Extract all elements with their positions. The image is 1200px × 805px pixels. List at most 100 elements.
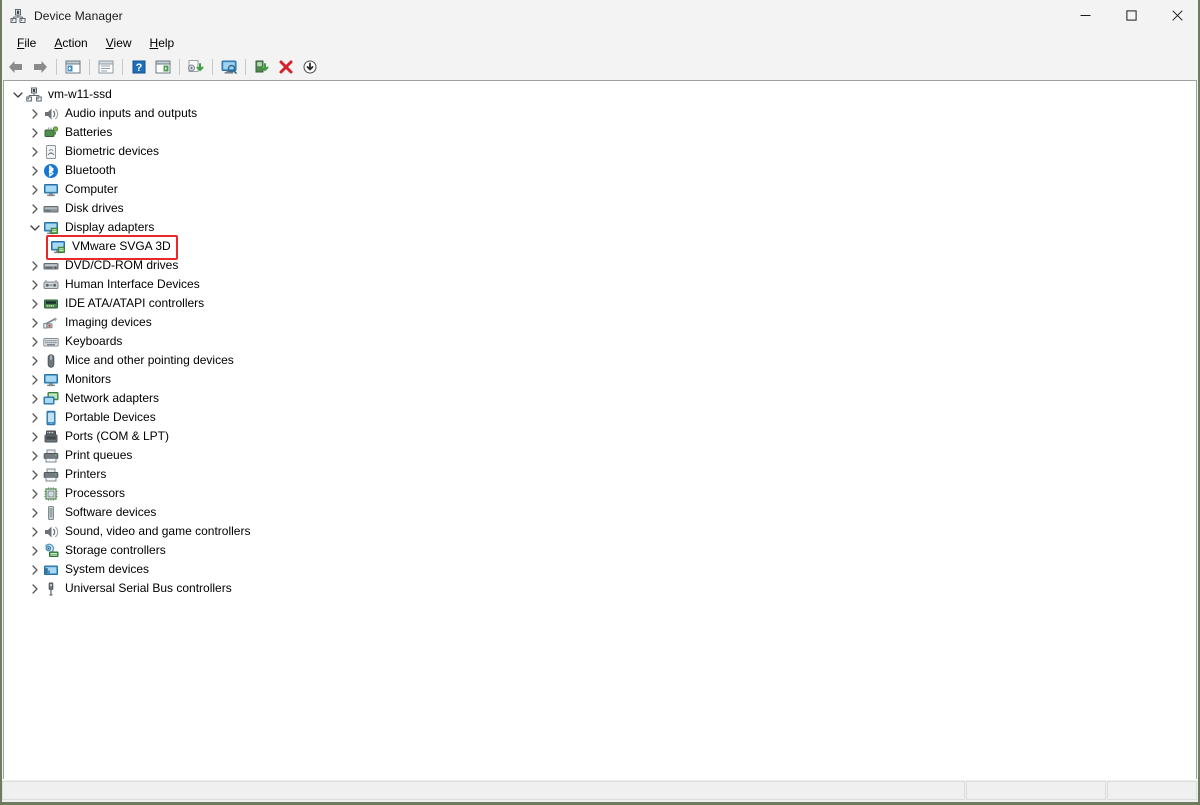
storage-controller-icon (43, 543, 59, 559)
menu-help[interactable]: Help (141, 33, 184, 53)
tree-node[interactable]: Software devices (4, 503, 1196, 522)
menu-action[interactable]: Action (45, 33, 96, 53)
tree-node[interactable]: Keyboards (4, 332, 1196, 351)
tree-node[interactable]: Monitors (4, 370, 1196, 389)
update-driver-icon[interactable] (184, 56, 208, 78)
software-device-icon (43, 505, 59, 521)
tree-node[interactable]: Portable Devices (4, 408, 1196, 427)
toolbar-separator-1 (56, 59, 57, 75)
tree-node[interactable]: Human Interface Devices (4, 275, 1196, 294)
tree-node-label: Print queues (65, 446, 132, 465)
chevron-right-icon[interactable] (27, 161, 43, 180)
speaker-icon (43, 106, 59, 122)
menu-view[interactable]: View (97, 33, 141, 53)
tree-node[interactable]: Audio inputs and outputs (4, 104, 1196, 123)
tree-node[interactable]: Batteries (4, 123, 1196, 142)
printer-icon (43, 467, 59, 483)
toolbar: ? (0, 54, 1200, 79)
disable-device-icon[interactable] (298, 56, 322, 78)
tree-node-label: Portable Devices (65, 408, 156, 427)
chevron-down-icon[interactable] (10, 85, 26, 104)
chevron-right-icon[interactable] (27, 142, 43, 161)
tree-node[interactable]: IDE ATA/ATAPI controllers (4, 294, 1196, 313)
tree-node[interactable]: System devices (4, 560, 1196, 579)
close-button[interactable] (1154, 0, 1200, 32)
chevron-right-icon[interactable] (27, 560, 43, 579)
chevron-right-icon[interactable] (27, 256, 43, 275)
scan-for-hardware-changes-icon[interactable] (217, 56, 241, 78)
tree-root-node[interactable]: vm-w11-ssd (4, 85, 1196, 104)
tree-node[interactable]: Mice and other pointing devices (4, 351, 1196, 370)
minimize-button[interactable] (1062, 0, 1108, 32)
show-hide-console-tree-icon[interactable] (61, 56, 85, 78)
optical-drive-icon (43, 258, 59, 274)
menu-bar: File Action View Help (0, 32, 1200, 54)
tree-node[interactable]: Imaging devices (4, 313, 1196, 332)
chevron-right-icon[interactable] (27, 351, 43, 370)
tree-node-label: IDE ATA/ATAPI controllers (65, 294, 204, 313)
device-tree[interactable]: vm-w11-ssdAudio inputs and outputsBatter… (4, 85, 1196, 598)
menu-file[interactable]: File (8, 33, 45, 53)
speaker-icon (43, 524, 59, 540)
help-icon[interactable]: ? (127, 56, 151, 78)
tree-node[interactable]: Ports (COM & LPT) (4, 427, 1196, 446)
tree-node-label: Imaging devices (65, 313, 152, 332)
imaging-icon (43, 315, 59, 331)
chevron-right-icon[interactable] (27, 294, 43, 313)
tree-node[interactable]: Biometric devices (4, 142, 1196, 161)
chevron-right-icon[interactable] (27, 484, 43, 503)
tree-node[interactable]: Printers (4, 465, 1196, 484)
show-hide-action-pane-icon[interactable] (151, 56, 175, 78)
chevron-right-icon[interactable] (27, 408, 43, 427)
tree-node-label: Storage controllers (65, 541, 166, 560)
chevron-right-icon[interactable] (27, 180, 43, 199)
forward-arrow-icon[interactable] (28, 56, 52, 78)
hid-icon (43, 277, 59, 293)
chevron-right-icon[interactable] (27, 104, 43, 123)
display-adapter-icon (50, 239, 66, 255)
chevron-right-icon[interactable] (27, 446, 43, 465)
tree-node-label: Bluetooth (65, 161, 116, 180)
tree-node-label: System devices (65, 560, 149, 579)
chevron-right-icon[interactable] (27, 123, 43, 142)
uninstall-device-icon[interactable] (274, 56, 298, 78)
back-arrow-icon[interactable] (4, 56, 28, 78)
chevron-right-icon[interactable] (27, 370, 43, 389)
chevron-right-icon[interactable] (27, 332, 43, 351)
tree-node-label: Printers (65, 465, 106, 484)
tree-node-label: Audio inputs and outputs (65, 104, 197, 123)
fingerprint-icon (43, 144, 59, 160)
device-tree-pane[interactable]: vm-w11-ssdAudio inputs and outputsBatter… (3, 80, 1197, 779)
tree-node-label: Human Interface Devices (65, 275, 200, 294)
enable-device-icon[interactable] (250, 56, 274, 78)
tree-node[interactable]: Processors (4, 484, 1196, 503)
chevron-right-icon[interactable] (27, 275, 43, 294)
chevron-right-icon[interactable] (27, 503, 43, 522)
ide-controller-icon (43, 296, 59, 312)
chevron-right-icon[interactable] (27, 313, 43, 332)
tree-node[interactable]: Computer (4, 180, 1196, 199)
tree-node[interactable]: Network adapters (4, 389, 1196, 408)
chevron-right-icon[interactable] (27, 465, 43, 484)
chevron-right-icon[interactable] (27, 427, 43, 446)
tree-node[interactable]: VMware SVGA 3D (4, 237, 1196, 256)
window-title: Device Manager (34, 9, 123, 23)
chevron-right-icon[interactable] (27, 199, 43, 218)
properties-icon[interactable] (94, 56, 118, 78)
title-bar: Device Manager (0, 0, 1200, 32)
tree-node[interactable]: Bluetooth (4, 161, 1196, 180)
tree-node[interactable]: Sound, video and game controllers (4, 522, 1196, 541)
tree-node[interactable]: Disk drives (4, 199, 1196, 218)
chevron-right-icon[interactable] (27, 389, 43, 408)
chevron-right-icon[interactable] (27, 522, 43, 541)
tree-node[interactable]: DVD/CD-ROM drives (4, 256, 1196, 275)
status-pane-3 (1107, 781, 1197, 800)
tree-node[interactable]: Universal Serial Bus controllers (4, 579, 1196, 598)
chevron-right-icon[interactable] (27, 579, 43, 598)
chevron-down-icon[interactable] (27, 218, 43, 237)
tree-node[interactable]: Display adapters (4, 218, 1196, 237)
tree-node[interactable]: Storage controllers (4, 541, 1196, 560)
chevron-right-icon[interactable] (27, 541, 43, 560)
tree-node[interactable]: Print queues (4, 446, 1196, 465)
maximize-button[interactable] (1108, 0, 1154, 32)
